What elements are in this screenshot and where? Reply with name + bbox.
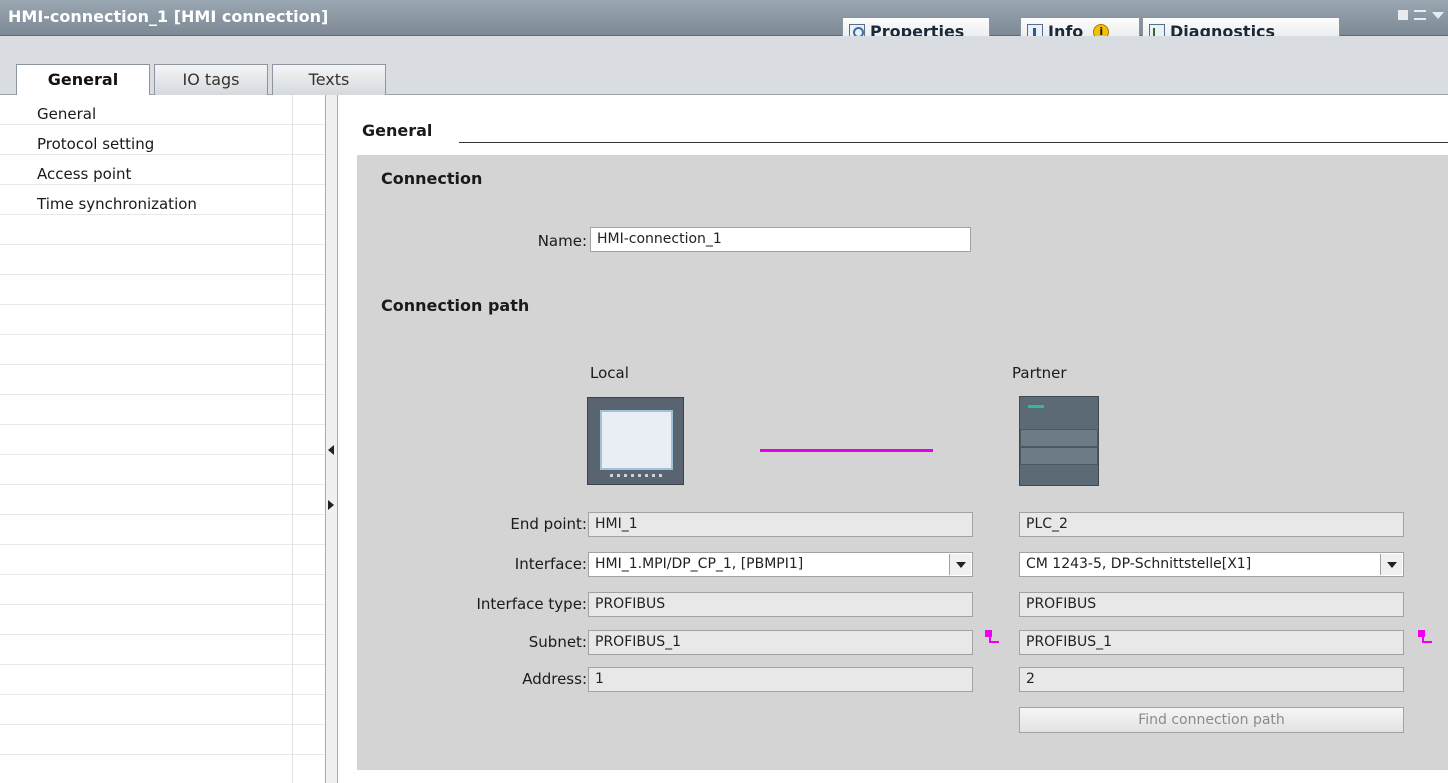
hmi-device-image bbox=[587, 397, 684, 485]
connection-heading: Connection bbox=[381, 169, 483, 188]
layout-icon[interactable] bbox=[1414, 10, 1426, 20]
partner-label: Partner bbox=[1012, 364, 1067, 382]
local-interface-select[interactable]: HMI_1.MPI/DP_CP_1, [PBMPI1] bbox=[588, 552, 973, 577]
tab-texts[interactable]: Texts bbox=[272, 64, 386, 95]
float-window-icon[interactable] bbox=[1398, 10, 1408, 20]
partner-address-field: 2 bbox=[1019, 667, 1404, 692]
main-content: General Connection Name: HMI-connection_… bbox=[338, 95, 1448, 783]
nav-item-time-synchronization[interactable]: Time synchronization bbox=[37, 195, 197, 217]
expand-right-icon[interactable] bbox=[328, 500, 334, 510]
nav-item-access-point[interactable]: Access point bbox=[37, 165, 131, 187]
nav-divider bbox=[292, 95, 293, 783]
local-label: Local bbox=[590, 364, 629, 382]
tab-io-tags[interactable]: IO tags bbox=[154, 64, 268, 95]
partner-interface-type-field: PROFIBUS bbox=[1019, 592, 1404, 617]
left-nav: General Protocol setting Access point Ti… bbox=[0, 95, 325, 783]
local-interface-type-field: PROFIBUS bbox=[588, 592, 973, 617]
local-interface-value: HMI_1.MPI/DP_CP_1, [PBMPI1] bbox=[595, 556, 804, 572]
nav-item-general[interactable]: General bbox=[37, 105, 96, 127]
splitter[interactable] bbox=[325, 95, 338, 783]
local-subnet-field: PROFIBUS_1 bbox=[588, 630, 973, 655]
partner-subnet-icon[interactable] bbox=[1418, 630, 1432, 644]
partner-interface-value: CM 1243-5, DP-Schnittstelle[X1] bbox=[1026, 556, 1252, 572]
plc-device-image bbox=[1019, 396, 1099, 486]
name-label: Name: bbox=[537, 232, 587, 250]
window-controls bbox=[1398, 10, 1444, 20]
section-title: General bbox=[362, 121, 433, 140]
tab-general[interactable]: General bbox=[16, 64, 150, 96]
local-endpoint-field: HMI_1 bbox=[588, 512, 973, 537]
section-divider bbox=[459, 142, 1448, 143]
interface-type-label: Interface type: bbox=[476, 595, 588, 613]
local-subnet-icon[interactable] bbox=[985, 630, 999, 644]
nav-item-protocol-setting[interactable]: Protocol setting bbox=[37, 135, 154, 157]
partner-endpoint-field: PLC_2 bbox=[1019, 512, 1404, 537]
subnet-label: Subnet: bbox=[528, 633, 587, 651]
find-connection-path-button[interactable]: Find connection path bbox=[1019, 707, 1404, 733]
partner-subnet-field: PROFIBUS_1 bbox=[1019, 630, 1404, 655]
collapse-left-icon[interactable] bbox=[328, 445, 334, 455]
address-label: Address: bbox=[522, 670, 587, 688]
local-address-field: 1 bbox=[588, 667, 973, 692]
partner-interface-select[interactable]: CM 1243-5, DP-Schnittstelle[X1] bbox=[1019, 552, 1404, 577]
chevron-down-icon[interactable] bbox=[1380, 554, 1402, 575]
endpoint-label: End point: bbox=[510, 515, 587, 533]
interface-label: Interface: bbox=[514, 555, 587, 573]
connection-line bbox=[760, 449, 933, 452]
settings-panel: Connection Name: HMI-connection_1 Connec… bbox=[357, 155, 1448, 770]
chevron-down-icon[interactable] bbox=[949, 554, 971, 575]
window-title: HMI-connection_1 [HMI connection] bbox=[8, 7, 329, 26]
chevron-down-icon[interactable] bbox=[1432, 11, 1444, 19]
tab-strip: General IO tags Texts bbox=[0, 36, 1448, 96]
name-input[interactable]: HMI-connection_1 bbox=[590, 227, 971, 252]
inspector-titlebar: HMI-connection_1 [HMI connection] Proper… bbox=[0, 0, 1448, 45]
connection-path-heading: Connection path bbox=[381, 296, 530, 315]
